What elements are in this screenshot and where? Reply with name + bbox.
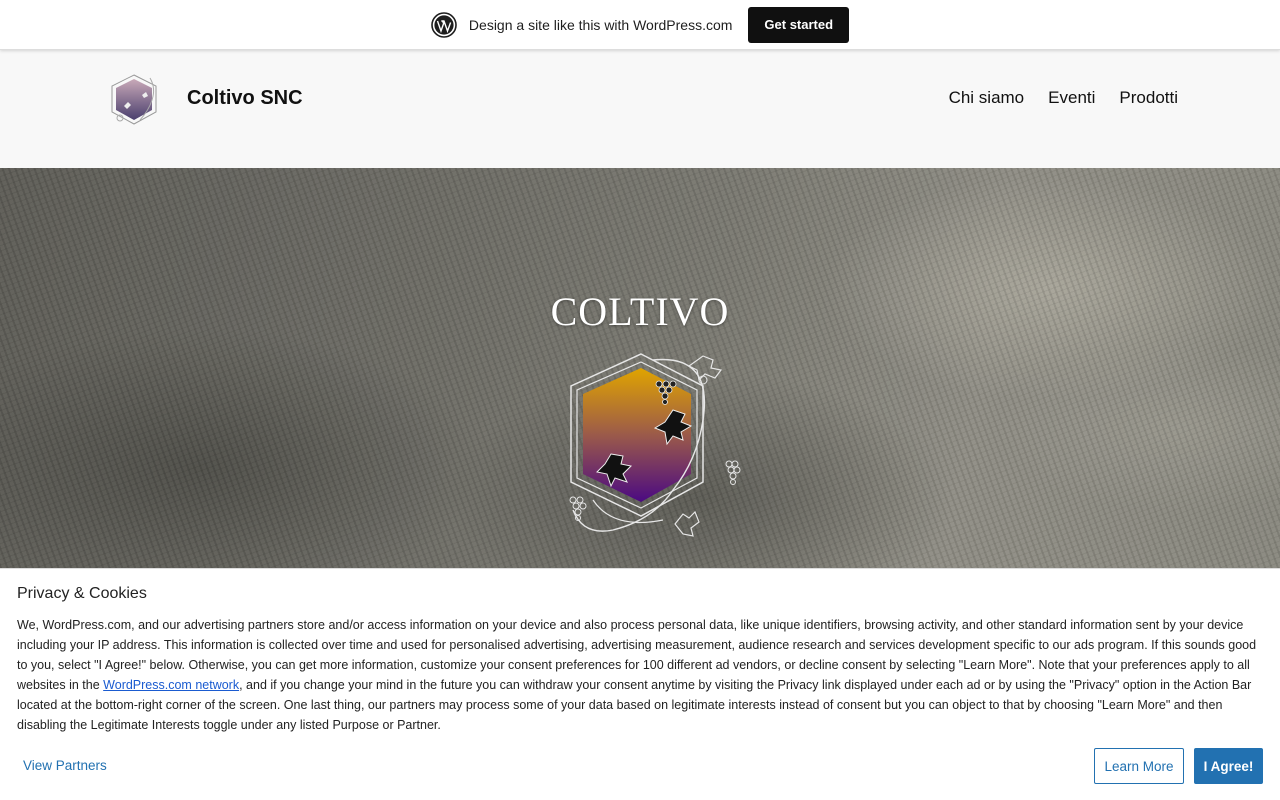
hero-cover: COLTIVO [0,168,1280,568]
view-partners-button[interactable]: View Partners [23,758,107,773]
site-header: Coltivo SNC Chi siamo Eventi Prodotti [0,50,1280,168]
privacy-title: Privacy & Cookies [17,585,147,602]
get-started-button[interactable]: Get started [748,6,850,43]
promo-text[interactable]: Design a site like this with WordPress.c… [469,17,733,33]
nav-item-eventi[interactable]: Eventi [1048,88,1095,108]
hero-title: COLTIVO [550,289,730,334]
wordpress-promo-bar: Design a site like this with WordPress.c… [0,0,1280,50]
nav-item-chi-siamo[interactable]: Chi siamo [949,88,1025,108]
wordpress-network-link[interactable]: WordPress.com network [103,678,239,692]
nav-item-prodotti[interactable]: Prodotti [1119,88,1178,108]
privacy-cookies-banner: Privacy & Cookies We, WordPress.com, and… [0,568,1280,800]
site-title[interactable]: Coltivo SNC [187,87,303,110]
agree-button[interactable]: I Agree! [1194,748,1263,784]
wordpress-logo-icon[interactable] [431,11,457,38]
privacy-text: We, WordPress.com, and our advertising p… [17,615,1267,735]
site-logo-icon[interactable] [106,70,164,130]
coltivo-emblem-icon [569,353,741,537]
learn-more-button[interactable]: Learn More [1094,748,1184,784]
main-nav: Chi siamo Eventi Prodotti [949,88,1178,108]
